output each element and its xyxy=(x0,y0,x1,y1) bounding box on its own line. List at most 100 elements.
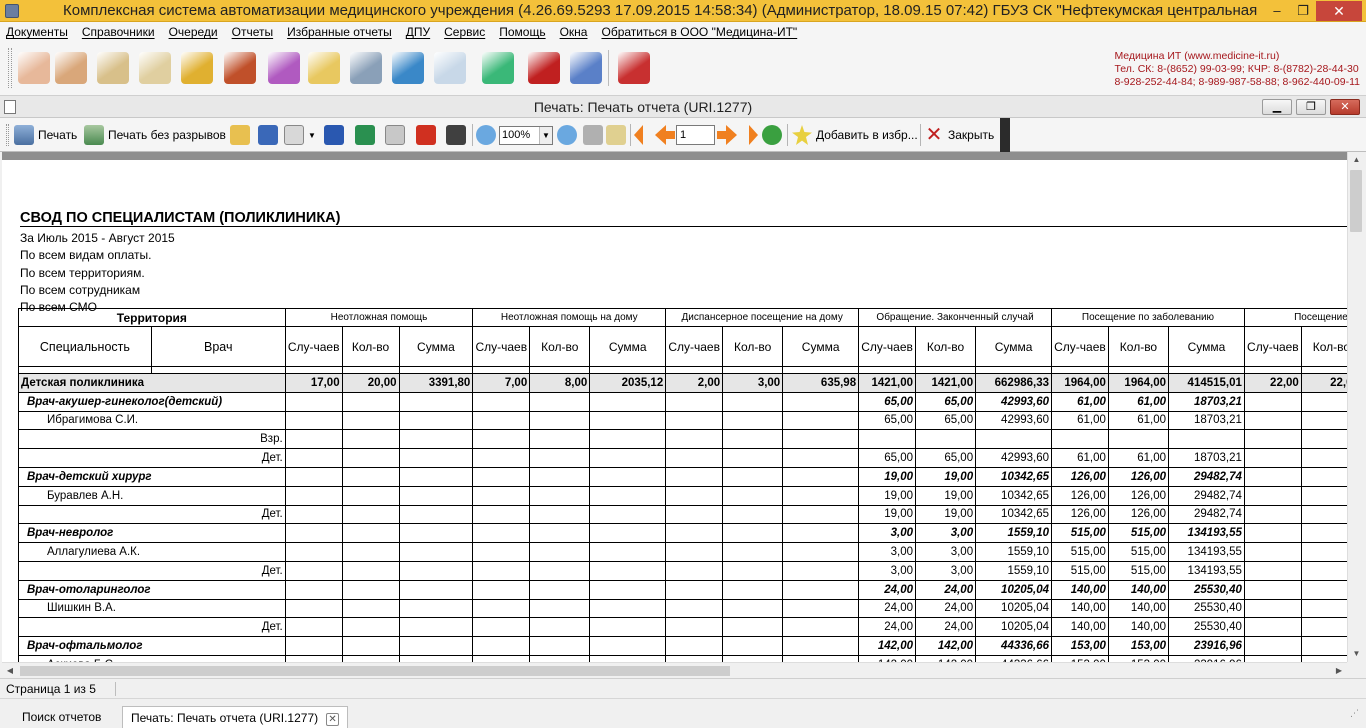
table-row-doctor[interactable]: Буравлев А.Н. 19,00 19,00 10342,65 126,00 126… xyxy=(18,485,1347,506)
table-row-sub[interactable]: Дет. 19,00 19,00 10342,65 126,00 126,00 29482,… xyxy=(18,504,1347,525)
pdf-icon xyxy=(416,125,436,145)
xml-export-button[interactable] xyxy=(385,124,409,146)
table-row-group[interactable]: Врач-невролог 3,00 3,00 1559,10 515,00 515,00… xyxy=(18,523,1347,544)
menu-item[interactable]: Помощь xyxy=(499,25,545,39)
row-label: Врач-отоларинголог xyxy=(18,579,286,600)
export-button[interactable]: ▼ xyxy=(284,124,316,146)
menu-item[interactable]: Справочники xyxy=(82,25,155,39)
toolbar-grip[interactable] xyxy=(8,48,12,88)
value-cell: 65,00 xyxy=(915,391,977,412)
card-file-icon[interactable] xyxy=(97,52,129,84)
minimize-button[interactable]: – xyxy=(1264,2,1290,20)
menu-item[interactable]: Окна xyxy=(560,25,588,39)
word-export-button[interactable] xyxy=(324,124,348,146)
child-close-button[interactable]: ✕ xyxy=(1330,99,1360,115)
red-book-icon[interactable] xyxy=(528,52,560,84)
menu-item[interactable]: Отчеты xyxy=(232,25,273,39)
menu-item[interactable]: Очереди xyxy=(169,25,218,39)
first-page-button[interactable] xyxy=(634,124,654,146)
find-button[interactable] xyxy=(446,124,470,146)
xml-icon xyxy=(385,125,405,145)
print-toolbar-grip[interactable] xyxy=(6,124,9,146)
table-row-sub[interactable]: Дет. 3,00 3,00 1559,10 515,00 515,00 134193,55 xyxy=(18,560,1347,581)
save-button[interactable] xyxy=(258,124,282,146)
edit-button[interactable] xyxy=(606,124,630,146)
last-page-button[interactable] xyxy=(738,124,762,146)
value-cell xyxy=(1243,429,1302,450)
menu-item[interactable]: ДПУ xyxy=(406,25,430,39)
toolbar-separator xyxy=(630,124,631,146)
excel-export-button[interactable] xyxy=(355,124,379,146)
table-row-doctor[interactable]: Ибрагимова С.И. 65,00 65,00 42993,60 61,00 61… xyxy=(18,410,1347,431)
flasks-icon[interactable] xyxy=(268,52,300,84)
table-row-doctor[interactable]: Шишкин В.А. 24,00 24,00 10205,04 140,00 140,0… xyxy=(18,598,1347,619)
spacer-cell xyxy=(1168,366,1245,374)
syringe-icon[interactable] xyxy=(350,52,382,84)
scroll-left-icon[interactable]: ◀ xyxy=(2,663,18,679)
page-setup-button[interactable] xyxy=(583,124,607,146)
coins-icon[interactable] xyxy=(181,52,213,84)
restore-button[interactable]: ❐ xyxy=(1290,2,1316,20)
scroll-up-icon[interactable]: ▲ xyxy=(1348,152,1365,168)
exit-icon[interactable] xyxy=(618,52,650,84)
chevron-down-icon[interactable]: ▼ xyxy=(539,127,552,144)
toolbar-overflow[interactable] xyxy=(1000,118,1010,152)
print-button[interactable]: Печать xyxy=(14,124,77,146)
value-cell xyxy=(975,429,1053,450)
open-folder-button[interactable] xyxy=(230,124,254,146)
schedule-icon[interactable] xyxy=(570,52,602,84)
table-row-doctor[interactable]: Аллагулиева А.К. 3,00 3,00 1559,10 515,00 515… xyxy=(18,542,1347,562)
capsule-icon[interactable] xyxy=(482,52,514,84)
value-cell xyxy=(341,523,400,544)
menu-item[interactable]: Документы xyxy=(6,25,68,39)
doctor-icon[interactable] xyxy=(18,52,50,84)
calendar-icon[interactable] xyxy=(55,52,87,84)
refresh-button[interactable] xyxy=(762,124,786,146)
refresh-icon xyxy=(762,125,782,145)
print-nobreak-button[interactable]: Печать без разрывов xyxy=(84,124,226,146)
add-favorites-button[interactable]: Добавить в избр... xyxy=(792,124,918,146)
notepad-icon[interactable] xyxy=(308,52,340,84)
horizontal-scrollbar[interactable]: ◀ ▶ xyxy=(2,662,1347,678)
table-row-total[interactable]: Детская поликлиника 17,00 20,00 3391,80 7,00… xyxy=(18,373,1347,393)
scroll-down-icon[interactable]: ▼ xyxy=(1348,646,1365,662)
table-row-group[interactable]: Врач-акушер-гинеколог(детский) 65,00 65,00… xyxy=(18,391,1347,412)
tab-report-search[interactable]: Поиск отчетов xyxy=(14,706,109,728)
export-dropdown-icon[interactable]: ▼ xyxy=(308,131,316,140)
close-report-button[interactable]: ✕ Закрыть xyxy=(924,124,995,146)
table-row-group[interactable]: Врач-отоларинголог 24,00 24,00 10205,04 140,… xyxy=(18,579,1347,600)
tab-close-icon[interactable]: ✕ xyxy=(326,713,340,726)
value-cell xyxy=(529,485,591,506)
table-row-group[interactable]: Врач-офтальмолог 142,00 142,00 44336,66 153,… xyxy=(18,636,1347,656)
zoom-out-button[interactable] xyxy=(557,124,581,146)
resize-grip-icon[interactable]: ⋰ xyxy=(1350,708,1364,722)
vertical-scrollbar[interactable]: ▲ ▼ xyxy=(1347,152,1364,662)
scroll-right-icon[interactable]: ▶ xyxy=(1331,663,1347,679)
child-restore-button[interactable]: ❐ xyxy=(1296,99,1326,115)
value-cell xyxy=(722,636,784,656)
value-cell: 140,00 xyxy=(1107,579,1170,600)
child-minimize-button[interactable]: ▁ xyxy=(1262,99,1292,115)
zoom-in-button[interactable] xyxy=(476,124,500,146)
close-button[interactable]: ✕ xyxy=(1316,0,1362,21)
table-row-sub[interactable]: Дет. 24,00 24,00 10205,04 140,00 140,00 25530,… xyxy=(18,617,1347,638)
basket-icon[interactable] xyxy=(392,52,424,84)
home-icon[interactable] xyxy=(224,52,256,84)
horizontal-scroll-thumb[interactable] xyxy=(20,666,730,676)
menu-item[interactable]: Обратиться в ООО "Медицина-ИТ" xyxy=(601,25,797,39)
table-row-group[interactable]: Врач-детский хирург 19,00 19,00 10342,65 126… xyxy=(18,466,1347,487)
pdf-export-button[interactable] xyxy=(416,124,440,146)
value-cell: 61,00 xyxy=(1051,391,1109,412)
pills-small-icon[interactable] xyxy=(434,52,466,84)
id-card-icon[interactable] xyxy=(139,52,171,84)
menu-item[interactable]: Избранные отчеты xyxy=(287,25,392,39)
menu-item[interactable]: Сервис xyxy=(444,25,485,39)
table-row-sub[interactable]: Дет. 65,00 65,00 42993,60 61,00 61,00 18703,21 xyxy=(18,448,1347,468)
zoom-select[interactable]: 100% ▼ xyxy=(499,126,553,145)
vertical-scroll-thumb[interactable] xyxy=(1350,170,1362,232)
page-number-input[interactable]: 1 xyxy=(676,125,715,145)
value-cell xyxy=(1168,429,1245,450)
table-row-sub[interactable]: Взр. xyxy=(18,429,1347,450)
value-cell: 1421,00 xyxy=(915,373,977,393)
tab-print-report[interactable]: Печать: Печать отчета (URI.1277) ✕ xyxy=(122,706,349,728)
